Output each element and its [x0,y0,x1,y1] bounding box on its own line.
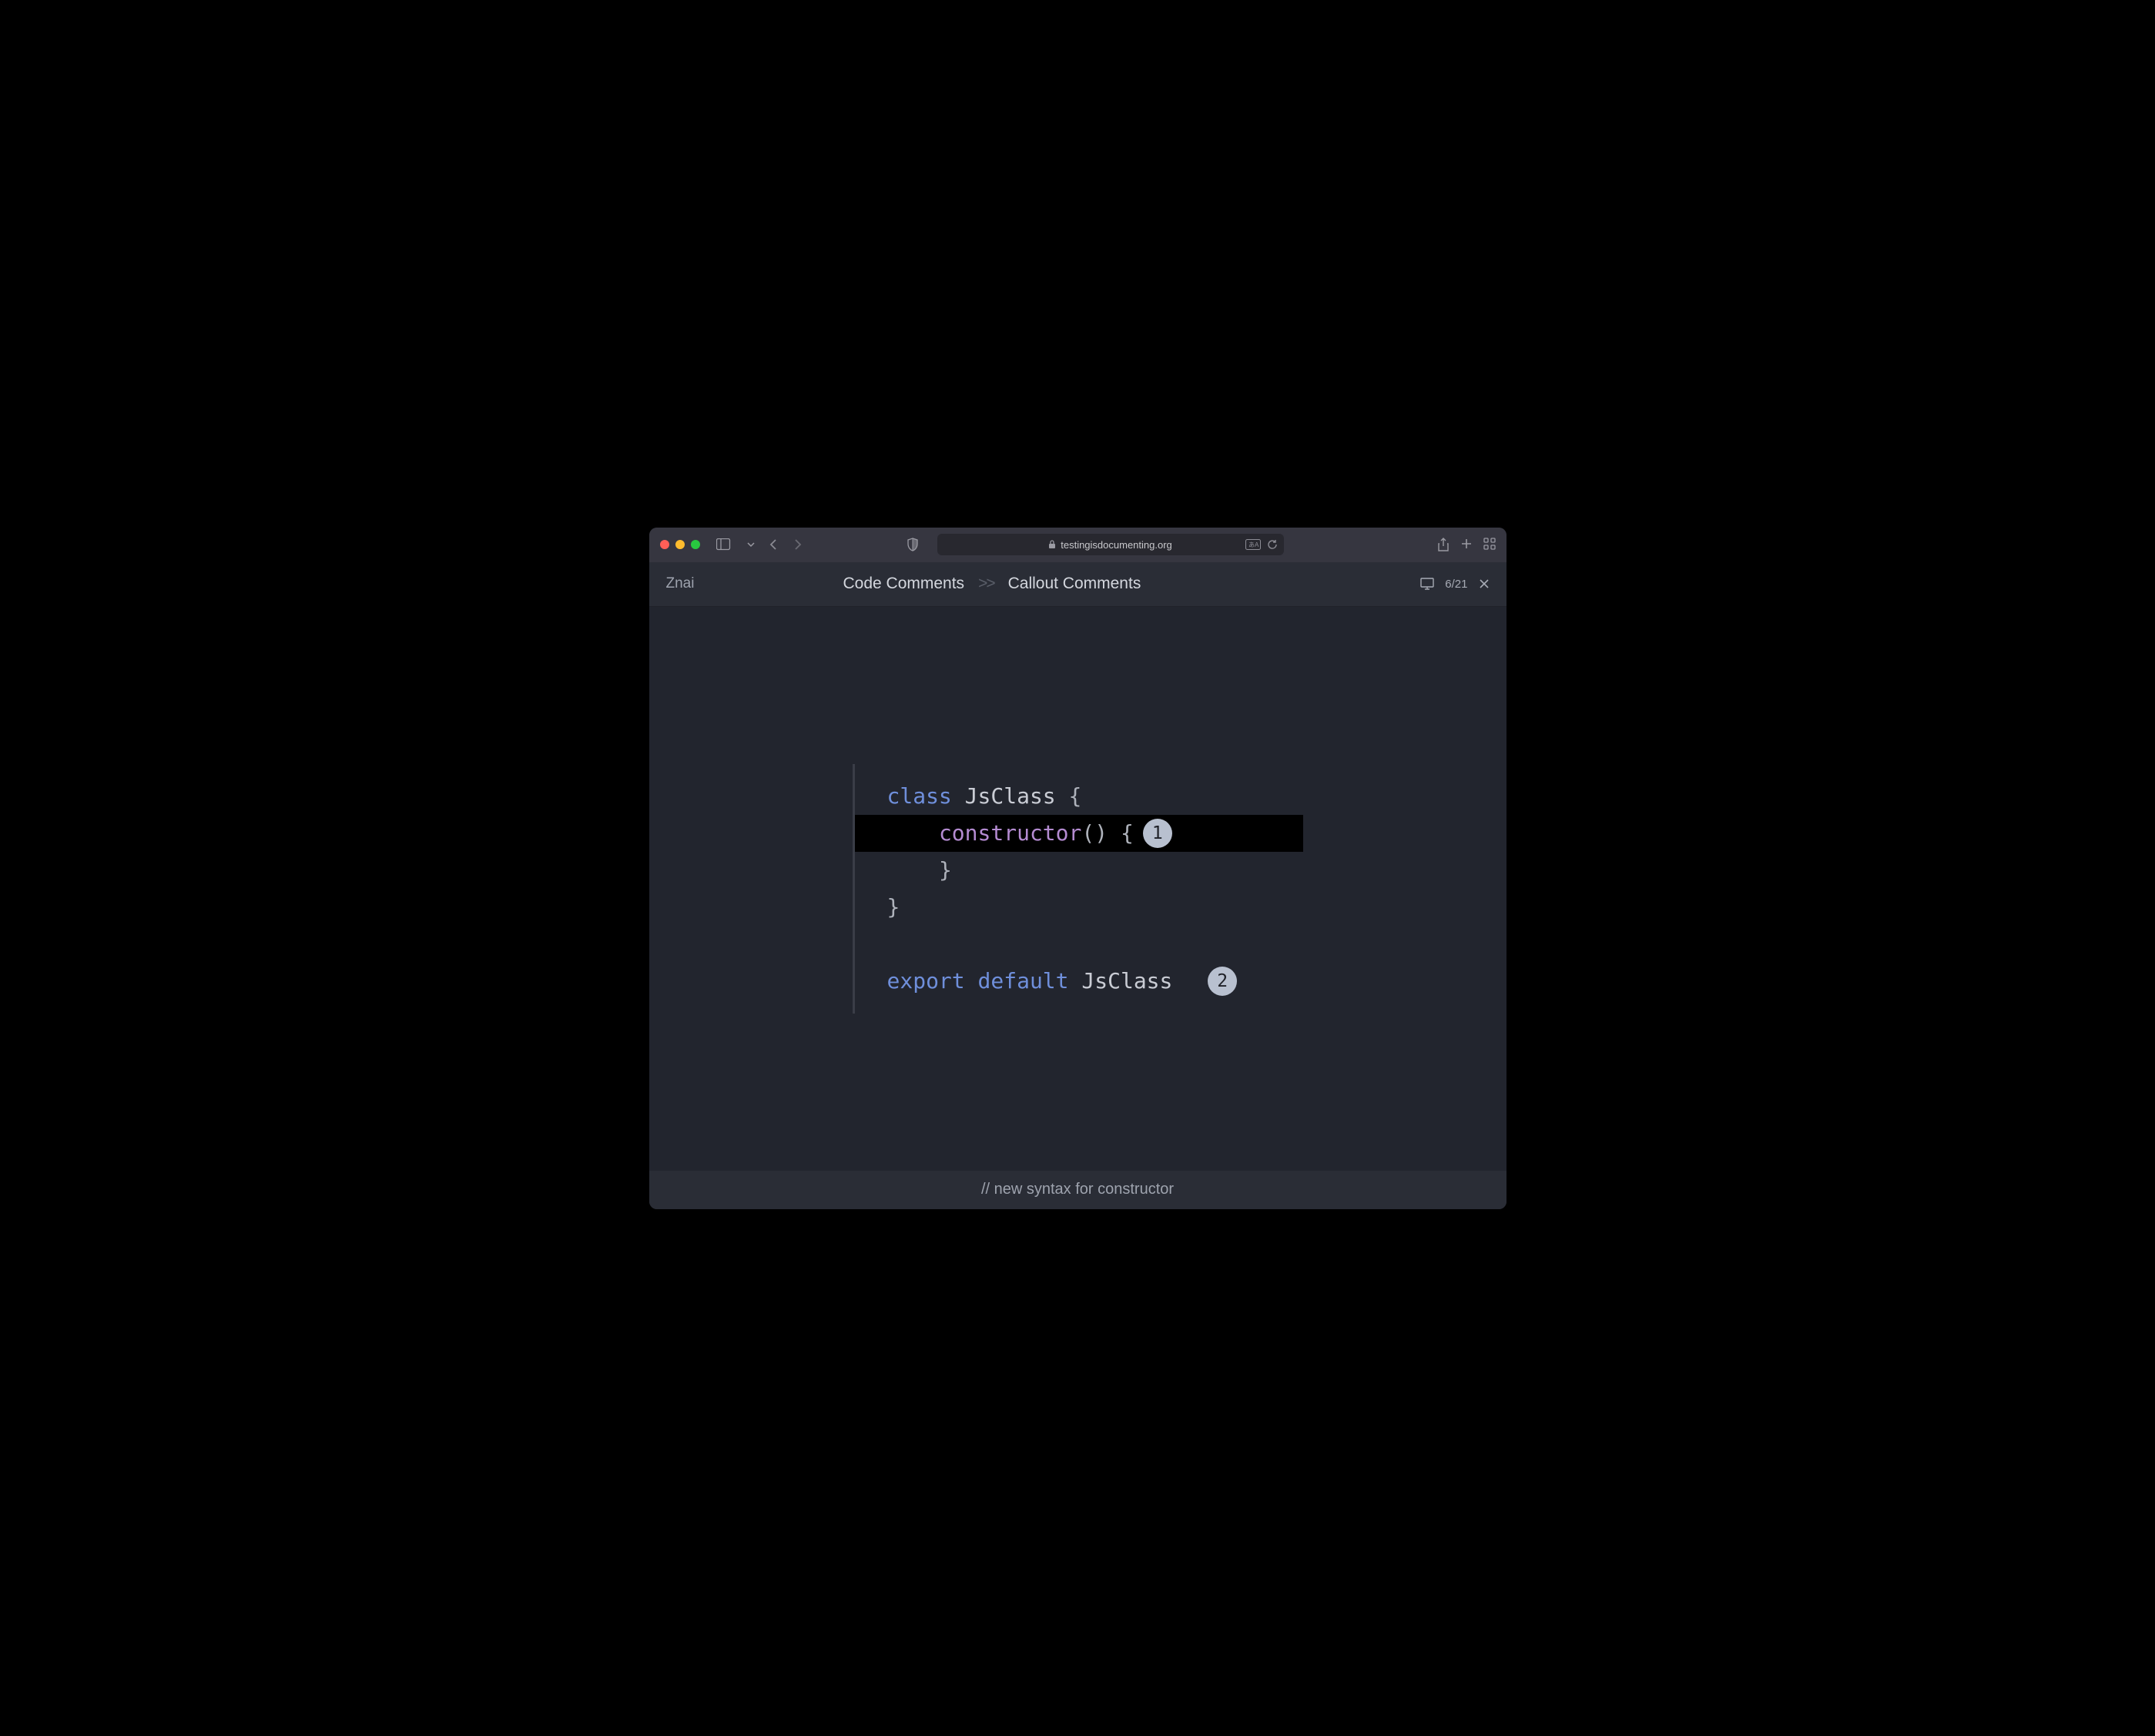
breadcrumb-parent[interactable]: Code Comments [843,575,965,593]
keyword-default: default [978,963,1069,1000]
slide-footer: // new syntax for constructor [649,1171,1506,1209]
share-icon[interactable] [1437,538,1450,551]
window-controls [660,540,700,549]
code-line-highlighted: constructor() { 1 [855,815,1303,852]
url-text: testingisdocumenting.org [1061,539,1172,551]
keyword-class: class [887,778,952,815]
minimize-window-button[interactable] [675,540,685,549]
callout-badge-1: 1 [1143,819,1172,848]
new-tab-icon[interactable] [1460,538,1473,551]
breadcrumb: Code Comments >> Callout Comments [843,575,1141,593]
address-bar[interactable]: testingisdocumenting.org あA [937,534,1284,555]
footer-caption: // new syntax for constructor [981,1181,1174,1198]
sidebar-toggle-button[interactable] [714,537,736,552]
code-blank-line [855,926,1303,963]
nav-back-button[interactable] [766,537,782,552]
maximize-window-button[interactable] [691,540,700,549]
constructor-keyword: constructor [939,815,1081,852]
reader-icon[interactable]: あA [1245,539,1261,550]
close-window-button[interactable] [660,540,669,549]
app-header: Znai Code Comments >> Callout Comments 6… [649,562,1506,607]
export-name: JsClass [1081,963,1172,1000]
constructor-parens: () { [1081,815,1133,852]
browser-chrome: testingisdocumenting.org あA [649,528,1506,562]
code-line: class JsClass { [855,778,1303,815]
brace-close-outer: } [887,889,900,926]
code-line: } [855,852,1303,889]
close-presentation-icon[interactable] [1479,578,1490,589]
slide-counter: 6/21 [1445,578,1467,591]
tab-dropdown-icon[interactable] [743,537,759,552]
privacy-shield-icon[interactable] [905,537,920,552]
browser-window: testingisdocumenting.org あA [649,528,1506,1209]
app-logo[interactable]: Znai [666,575,843,592]
nav-forward-button[interactable] [789,537,805,552]
code-line: export default JsClass 2 [855,963,1303,1000]
presentation-mode-icon[interactable] [1420,578,1434,590]
callout-badge-2: 2 [1208,967,1237,996]
code-line: } [855,889,1303,926]
tab-overview-icon[interactable] [1483,538,1496,551]
keyword-export: export [887,963,965,1000]
brace-open: { [1056,778,1082,815]
svg-text:あ: あ [1248,541,1255,548]
class-name: JsClass [965,778,1056,815]
slide-content: class JsClass { constructor() { 1 } } exp… [649,607,1506,1171]
reload-icon[interactable] [1267,539,1278,550]
lock-icon [1048,540,1056,549]
code-snippet: class JsClass { constructor() { 1 } } exp… [853,764,1303,1014]
breadcrumb-current: Callout Comments [1008,575,1141,593]
svg-text:A: A [1255,541,1259,548]
brace-close-inner: } [939,852,952,889]
breadcrumb-separator: >> [978,575,994,593]
